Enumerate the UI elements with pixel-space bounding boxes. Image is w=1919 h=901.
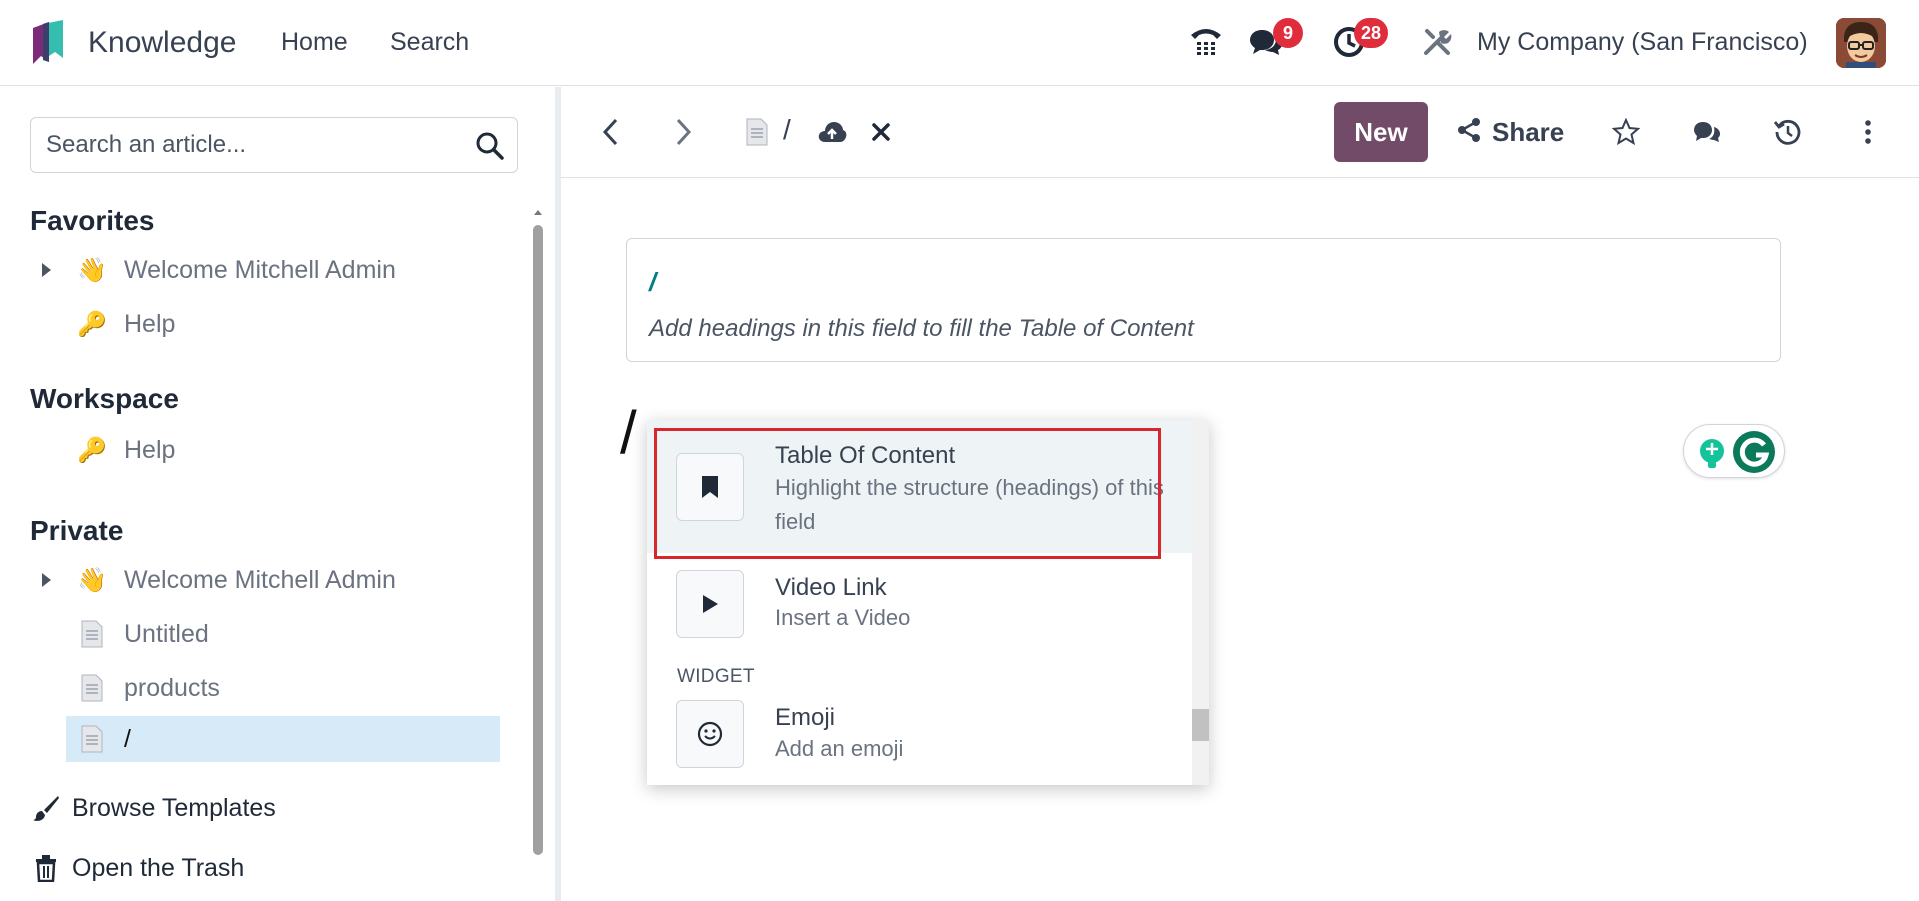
- sidebar-item-favorite-welcome[interactable]: 👋 Welcome Mitchell Admin: [0, 247, 520, 293]
- page-icon: [76, 723, 108, 755]
- waving-hand-icon: 👋: [77, 256, 107, 284]
- powerbox-command-palette: Table Of Content Highlight the structure…: [647, 420, 1209, 785]
- breadcrumb-title[interactable]: /: [783, 114, 791, 146]
- discard-close-icon[interactable]: [861, 112, 901, 152]
- company-switcher[interactable]: My Company (San Francisco): [1477, 28, 1808, 57]
- expand-caret-icon[interactable]: [42, 573, 51, 587]
- settings-tools-icon[interactable]: [1417, 22, 1457, 62]
- powerbox-category-label: WIDGET: [677, 666, 755, 687]
- sidebar-item-label: Welcome Mitchell Admin: [124, 565, 396, 594]
- smiley-icon: [676, 700, 744, 768]
- key-icon: 🔑: [77, 310, 107, 338]
- sidebar-item-workspace-help[interactable]: 🔑 Help: [0, 427, 520, 473]
- open-trash-link[interactable]: Open the Trash: [30, 848, 244, 888]
- share-icon: [1456, 117, 1482, 148]
- powerbox-item-title: Video Link: [775, 574, 887, 601]
- sidebar-item-label: Help: [124, 309, 176, 338]
- user-avatar[interactable]: [1836, 18, 1886, 68]
- sidebar-scroll-thumb[interactable]: [533, 225, 543, 855]
- powerbox-item-description: Insert a Video: [775, 605, 911, 630]
- article-body-text[interactable]: /: [620, 398, 637, 467]
- table-of-content-block[interactable]: / Add headings in this field to fill the…: [626, 238, 1781, 362]
- sidebar-item-label: products: [124, 673, 220, 702]
- powerbox-scrollbar[interactable]: [1192, 420, 1209, 785]
- control-panel: / New Share: [561, 87, 1919, 178]
- powerbox-item-table-of-content[interactable]: Table Of Content Highlight the structure…: [647, 420, 1192, 553]
- menu-home[interactable]: Home: [281, 28, 348, 57]
- new-article-button[interactable]: New: [1334, 102, 1428, 162]
- back-arrow-icon[interactable]: [591, 112, 631, 152]
- page-icon: [737, 112, 777, 152]
- powerbox-item-emoji[interactable]: Emoji Add an emoji: [647, 700, 1192, 785]
- page-icon: [76, 672, 108, 704]
- history-icon[interactable]: [1768, 112, 1808, 152]
- waving-hand-icon: 👋: [77, 566, 107, 594]
- sidebar-item-private-products[interactable]: products: [0, 665, 520, 711]
- page-icon: [76, 618, 108, 650]
- activities-badge: 28: [1354, 18, 1389, 48]
- favorite-star-icon[interactable]: [1606, 112, 1646, 152]
- article-search-input[interactable]: [46, 118, 466, 172]
- knowledge-logo-icon[interactable]: [29, 18, 67, 68]
- sidebar-item-private-welcome[interactable]: 👋 Welcome Mitchell Admin: [0, 557, 520, 603]
- cloud-upload-icon[interactable]: [812, 112, 852, 152]
- menu-search[interactable]: Search: [390, 28, 469, 57]
- comments-icon[interactable]: [1687, 112, 1727, 152]
- open-trash-label: Open the Trash: [72, 853, 245, 882]
- sidebar-scrollbar[interactable]: [533, 207, 543, 857]
- sidebar-item-label: /: [124, 724, 131, 753]
- article-search-box[interactable]: [30, 117, 518, 173]
- messages-badge: 9: [1273, 18, 1303, 48]
- play-icon: [676, 570, 744, 638]
- paintbrush-icon: [30, 792, 62, 824]
- powerbox-item-video-link[interactable]: Video Link Insert a Video: [647, 553, 1192, 653]
- sidebar-item-private-untitled[interactable]: Untitled: [0, 611, 520, 657]
- sidebar-item-label: Welcome Mitchell Admin: [124, 255, 396, 284]
- toc-title: /: [649, 267, 657, 297]
- browse-templates-link[interactable]: Browse Templates: [30, 788, 276, 828]
- browse-templates-label: Browse Templates: [72, 793, 276, 822]
- bookmark-icon: [676, 453, 744, 521]
- trash-icon: [30, 852, 62, 884]
- sidebar-item-label: Help: [124, 435, 176, 464]
- sidebar-item-label: Untitled: [124, 619, 209, 648]
- private-section-title[interactable]: Private: [30, 515, 123, 547]
- sidebar-resize-handle[interactable]: [555, 87, 561, 901]
- powerbox-item-description: Add an emoji: [775, 736, 904, 761]
- key-icon: 🔑: [77, 436, 107, 464]
- more-options-icon[interactable]: [1848, 112, 1888, 152]
- favorites-section-title[interactable]: Favorites: [30, 205, 155, 237]
- powerbox-scroll-thumb[interactable]: [1192, 709, 1209, 741]
- phone-icon[interactable]: [1186, 22, 1226, 62]
- sidebar-item-favorite-help[interactable]: 🔑 Help: [0, 301, 520, 347]
- powerbox-item-title: Table Of Content: [775, 442, 956, 469]
- toc-hint-text: Add headings in this field to fill the T…: [649, 315, 1194, 342]
- forward-arrow-icon[interactable]: [663, 112, 703, 152]
- search-icon[interactable]: [475, 131, 505, 161]
- expand-caret-icon[interactable]: [42, 263, 51, 277]
- powerbox-item-title: Emoji: [775, 704, 836, 731]
- share-label: Share: [1492, 116, 1565, 147]
- grammarly-widget[interactable]: [1683, 424, 1785, 478]
- knowledge-sidebar: Favorites 👋 Welcome Mitchell Admin 🔑 Hel…: [0, 87, 555, 901]
- sidebar-item-private-slash[interactable]: /: [0, 716, 520, 762]
- powerbox-item-description: Highlight the structure (headings) of th…: [775, 475, 1164, 534]
- app-name[interactable]: Knowledge: [88, 26, 236, 60]
- workspace-section-title[interactable]: Workspace: [30, 383, 179, 415]
- share-button[interactable]: Share: [1456, 102, 1564, 162]
- top-navbar: Knowledge Home Search 9 28 My Company (S…: [0, 0, 1919, 86]
